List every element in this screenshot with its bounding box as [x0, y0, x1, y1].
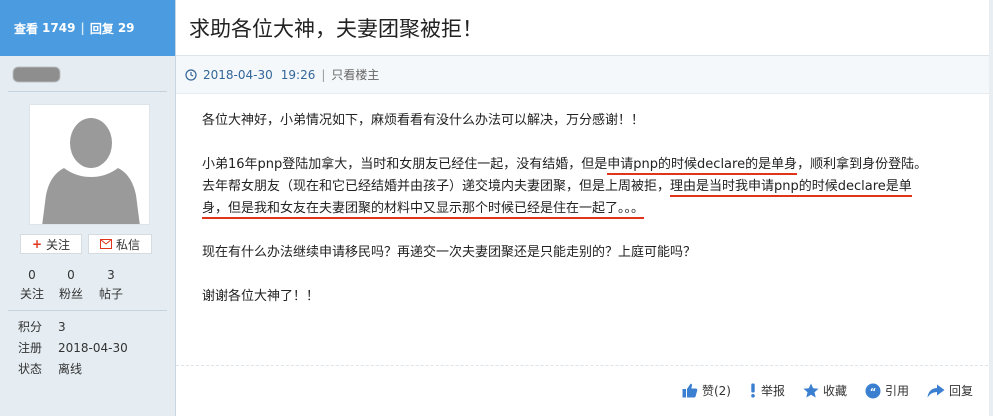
stat-fans[interactable]: 0 粉丝	[51, 268, 91, 302]
post-paragraph: 去年帮女朋友（现在和它已经结婚并由孩子）递交境内夫妻团聚，但是上周被拒，理由是当…	[202, 176, 973, 220]
divider: |	[80, 21, 85, 35]
thread-stats: 查看 1749 | 回复 29	[0, 0, 175, 56]
reply-button[interactable]: 回复	[927, 382, 973, 399]
post-paragraph: 小弟16年pnp登陆加拿大，当时和女朋友已经住一起，没有结婚，但是申请pnp的时…	[202, 154, 973, 176]
text-span: 小弟16年pnp登陆加拿大，当时和女朋友已经住一起，没有结婚，但是	[202, 157, 608, 172]
star-icon	[803, 383, 819, 398]
post-title-bar: 求助各位大神，夫妻团聚被拒！	[176, 0, 993, 56]
underlined-text: 身，但是我和女友在夫妻团聚的材料中又显示那个时候已经是住在一起了。。。	[202, 201, 645, 219]
quote-icon: “	[865, 383, 881, 398]
divider	[8, 310, 167, 311]
stat-label: 关注	[19, 287, 44, 301]
stat-label: 帖子	[98, 287, 123, 301]
post-meta: 2018-04-30 19:26 | 只看楼主	[176, 56, 993, 94]
info-value: 离线	[58, 362, 83, 376]
follow-label: 关注	[46, 237, 71, 252]
author-sidebar: 查看 1749 | 回复 29 + 关注 私信 0 关注 0 粉丝 3 帖子 积…	[0, 0, 176, 416]
views-count: 1749	[42, 21, 76, 35]
info-key: 积分	[18, 320, 43, 334]
post-date: 2018-04-30	[203, 67, 273, 82]
clock-icon	[185, 68, 197, 81]
divider: |	[321, 67, 326, 82]
info-value: 3	[58, 320, 66, 334]
views-label: 查看	[14, 21, 39, 36]
message-label: 私信	[115, 237, 140, 252]
stat-number: 3	[107, 268, 115, 282]
only-op-link[interactable]: 只看楼主	[331, 66, 379, 83]
post-main: 求助各位大神，夫妻团聚被拒！ 2018-04-30 19:26 | 只看楼主 各…	[176, 0, 993, 416]
reply-arrow-icon	[927, 384, 945, 397]
report-button[interactable]: 举报	[749, 382, 785, 399]
post-actions: 赞(2) 举报 收藏 “ 引用 回复	[682, 382, 973, 399]
like-button[interactable]: 赞(2)	[682, 382, 731, 399]
scrollbar[interactable]	[989, 0, 993, 416]
info-key: 注册	[18, 341, 43, 355]
info-key: 状态	[18, 362, 43, 376]
post-paragraph: 谢谢各位大神了！！	[202, 289, 320, 304]
exclamation-icon	[751, 383, 755, 398]
replies-label: 回复	[89, 21, 114, 36]
favorite-button[interactable]: 收藏	[803, 382, 847, 399]
text-span: ，顺利拿到身份登陆。	[797, 157, 928, 172]
post-body: 各位大神好，小弟情况如下，麻烦看看有没什么办法可以解决，万分感谢！！ 小弟16年…	[202, 110, 973, 308]
quote-button[interactable]: “ 引用	[865, 382, 909, 399]
author-name-blurred[interactable]	[13, 67, 60, 82]
svg-text:“: “	[870, 387, 877, 398]
plus-icon: +	[31, 237, 43, 251]
info-registered: 注册 2018-04-30	[18, 339, 128, 356]
info-value: 2018-04-30	[58, 341, 128, 355]
avatar[interactable]	[29, 104, 150, 225]
reply-label: 回复	[948, 384, 973, 398]
report-label: 举报	[760, 384, 785, 398]
stat-number: 0	[67, 268, 75, 282]
info-points: 积分 3	[18, 318, 66, 335]
default-avatar-icon	[30, 105, 149, 224]
post-paragraph: 各位大神好，小弟情况如下，麻烦看看有没什么办法可以解决，万分感谢！！	[202, 113, 645, 128]
replies-count: 29	[117, 21, 135, 35]
underlined-text: 理由是当时我申请pnp的时候declare是单	[670, 179, 912, 197]
message-button[interactable]: 私信	[88, 234, 152, 254]
info-status: 状态 离线	[18, 360, 82, 377]
underlined-text: 申请pnp的时候declare的是单身	[607, 157, 798, 175]
post-paragraph: 现在有什么办法继续申请移民吗？再递交一次夫妻团聚还是只能走别的？上庭可能吗？	[202, 245, 697, 260]
like-label: 赞(2)	[701, 384, 731, 398]
divider	[176, 365, 993, 366]
stat-label: 粉丝	[58, 287, 83, 301]
text-span: 去年帮女朋友（现在和它已经结婚并由孩子）递交境内夫妻团聚，但是上周被拒，	[202, 179, 671, 194]
stat-following[interactable]: 0 关注	[12, 268, 52, 302]
envelope-icon	[99, 239, 112, 249]
favorite-label: 收藏	[822, 384, 847, 398]
thumbs-up-icon	[682, 383, 698, 398]
stat-posts[interactable]: 3 帖子	[91, 268, 131, 302]
stat-number: 0	[28, 268, 36, 282]
follow-button[interactable]: + 关注	[20, 234, 82, 254]
post-time: 19:26	[280, 67, 316, 82]
quote-label: 引用	[884, 384, 909, 398]
post-title: 求助各位大神，夫妻团聚被拒！	[189, 16, 483, 41]
forum-post: 查看 1749 | 回复 29 + 关注 私信 0 关注 0 粉丝 3 帖子 积…	[0, 0, 993, 416]
divider	[8, 91, 167, 92]
